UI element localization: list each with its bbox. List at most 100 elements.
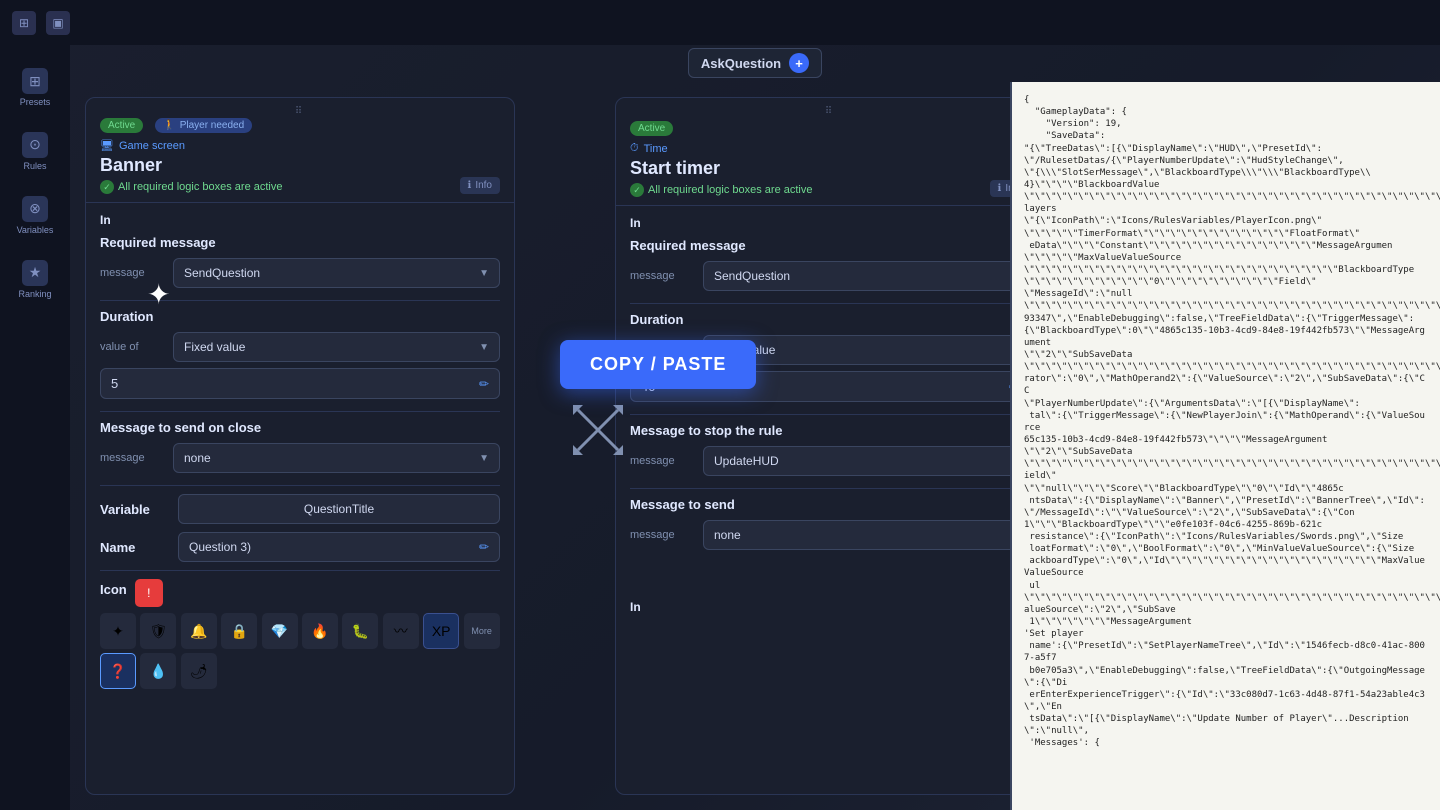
variables-label: Variables [17, 226, 54, 236]
player-badge: 🚶 Player needed [155, 118, 252, 133]
icon-cell-xp[interactable]: XP [423, 613, 459, 649]
json-content: { "GameplayData": { "Version": 19, "Save… [1012, 82, 1440, 810]
window-icon: ▣ [46, 11, 70, 35]
right-panel-status: All required logic boxes are active [630, 183, 1030, 197]
divider-4 [100, 570, 500, 571]
right-required-message-title: Required message [630, 238, 1030, 253]
variable-label: Variable [100, 502, 170, 517]
variable-value: QuestionTitle [178, 494, 500, 524]
add-node-button[interactable]: + [789, 53, 809, 73]
icon-cell-more[interactable]: More [464, 613, 500, 649]
left-in-label: In [100, 213, 500, 227]
presets-icon: ⊞ [22, 68, 48, 94]
left-panel-status: All required logic boxes are active [100, 180, 500, 194]
message-close-row: message none ▼ [100, 443, 500, 473]
ranking-label: Ranking [18, 290, 51, 300]
copy-paste-container: COPY / PASTE [560, 340, 756, 389]
top-bar: ⊞ ▣ [0, 0, 1440, 45]
sidebar-item-presets[interactable]: ⊞ Presets [10, 60, 60, 116]
right-divider-1 [630, 303, 1030, 304]
rules-label: Rules [23, 162, 46, 172]
right-active-badge: Active [630, 121, 673, 136]
left-message-select[interactable]: SendQuestion ▼ [173, 258, 500, 288]
left-active-badge: Active [100, 118, 143, 133]
left-info-button[interactable]: ℹ Info [460, 177, 501, 194]
left-panel-body: In Required message message SendQuestion… [86, 202, 514, 699]
name-value[interactable]: Question 3) ✏ [178, 532, 500, 562]
message-send-title: Message to send [630, 497, 1030, 512]
duration-number-input[interactable]: 5 ✏ [100, 368, 500, 399]
right-divider-3 [630, 488, 1030, 489]
variables-icon: ⊗ [22, 196, 48, 222]
sidebar-item-ranking[interactable]: ★ Ranking [10, 252, 60, 308]
divider-3 [100, 485, 500, 486]
sidebar-item-variables[interactable]: ⊗ Variables [10, 188, 60, 244]
chevron-down-icon-2: ▼ [479, 342, 489, 353]
icon-section-label: Icon [100, 582, 127, 597]
json-panel: { "GameplayData": { "Version": 19, "Save… [1010, 82, 1440, 810]
message-stop-group: Message to stop the rule message UpdateH… [630, 423, 1030, 476]
ranking-icon: ★ [22, 260, 48, 286]
icon-cell-selected[interactable]: ❓ [100, 653, 136, 689]
icon-cell-water[interactable]: 💧 [140, 653, 176, 689]
right-required-message-group: Required message message SendQuestion ▼ [630, 238, 1030, 291]
edit-icon: ✏ [479, 377, 489, 391]
grid-icon: ⊞ [12, 11, 36, 35]
message-close-title: Message to send on close [100, 420, 500, 435]
time-icon: ⏱ [630, 142, 639, 155]
message-close-label: message [100, 452, 165, 464]
sparkle-icon: ✦ [147, 278, 170, 311]
icon-grid: ✦ 🛡 🔔 🔒 💎 🔥 🐛 〰 XP More ❓ 💧 🌶 [100, 613, 500, 689]
duration-type-row: value of Fixed value ▼ [100, 332, 500, 362]
icon-alert: ! [135, 579, 163, 607]
name-edit-icon: ✏ [479, 540, 489, 554]
drag-handle-left: ⠿ [295, 106, 305, 117]
info-icon: ℹ [468, 180, 472, 191]
message-send-row: message none [630, 520, 1030, 550]
node-title: AskQuestion + [688, 48, 822, 78]
icon-cell-bell[interactable]: 🔔 [181, 613, 217, 649]
icon-cell-bug[interactable]: 🐛 [342, 613, 378, 649]
node-title-text: AskQuestion [701, 56, 781, 71]
collapse-arrows [568, 400, 628, 465]
message-send-label: message [630, 529, 695, 541]
right-required-message-row: message SendQuestion ▼ [630, 261, 1030, 291]
icon-cell-shield[interactable]: 🛡 [140, 613, 176, 649]
message-send-select[interactable]: none [703, 520, 1030, 550]
name-row: Name Question 3) ✏ [100, 532, 500, 562]
message-stop-title: Message to stop the rule [630, 423, 1030, 438]
value-of-label: value of [100, 341, 165, 353]
right-panel-header: ⠿ Active ⏱ Time Start timer All required… [616, 98, 1044, 205]
player-icon: 🚶 [163, 120, 175, 131]
icon-cell-flame[interactable]: 🌶 [181, 653, 217, 689]
right-panel-title: Start timer [630, 158, 1030, 179]
duration-type-select[interactable]: Fixed value ▼ [173, 332, 500, 362]
sidebar-item-rules[interactable]: ⊙ Rules [10, 124, 60, 180]
right-message-select[interactable]: SendQuestion ▼ [703, 261, 1030, 291]
right-info-icon: ℹ [998, 183, 1002, 194]
required-message-title: Required message [100, 235, 500, 250]
screen-icon: 🖥 [100, 139, 114, 152]
right-node-panel: ⠿ Active ⏱ Time Start timer All required… [615, 97, 1045, 795]
left-panel-header: ⠿ Active 🚶 Player needed 🖥 Game screen B… [86, 98, 514, 202]
duration-title: Duration [100, 309, 500, 324]
right-duration-title: Duration [630, 312, 1030, 327]
right-in-label: In [630, 216, 1030, 230]
icon-cell-fire[interactable]: 🔥 [302, 613, 338, 649]
icon-cell-gem[interactable]: 💎 [262, 613, 298, 649]
icon-cell-star[interactable]: ✦ [100, 613, 136, 649]
message-stop-row: message UpdateHUD [630, 446, 1030, 476]
chevron-down-icon: ▼ [479, 268, 489, 279]
icon-cell-wave[interactable]: 〰 [383, 613, 419, 649]
rules-icon: ⊙ [22, 132, 48, 158]
message-stop-select[interactable]: UpdateHUD [703, 446, 1030, 476]
left-panel-title: Banner [100, 155, 500, 176]
presets-label: Presets [20, 98, 51, 108]
left-node-panel: ⠿ Active 🚶 Player needed 🖥 Game screen B… [85, 97, 515, 795]
icon-cell-lock[interactable]: 🔒 [221, 613, 257, 649]
node-header-bar: AskQuestion + [70, 45, 1440, 81]
duration-group: Duration value of Fixed value ▼ 5 ✏ [100, 309, 500, 399]
message-close-select[interactable]: none ▼ [173, 443, 500, 473]
copy-paste-button[interactable]: COPY / PASTE [560, 340, 756, 389]
right-screen-label: ⏱ Time [630, 142, 1030, 155]
